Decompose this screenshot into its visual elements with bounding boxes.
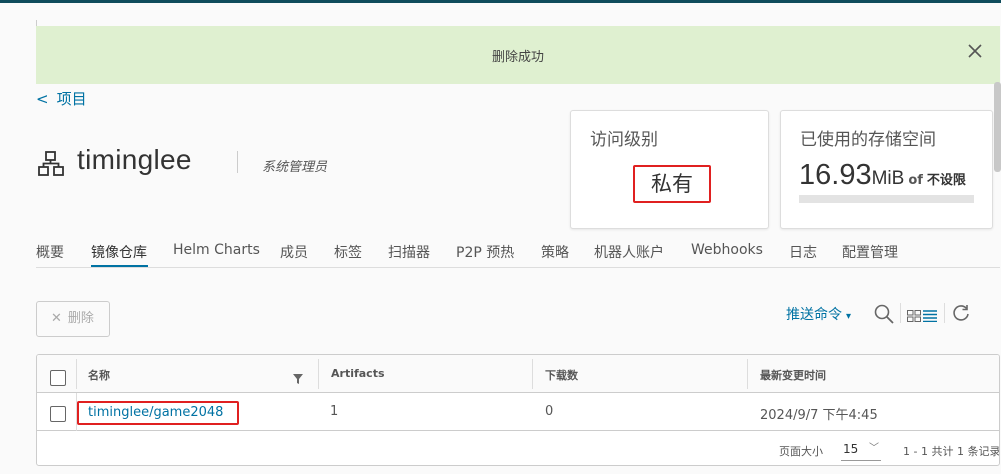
table-header: 名称 Artifacts 下载数 最新变更时间 <box>37 355 999 393</box>
chevron-down-icon: ﹀ <box>869 443 879 454</box>
column-header-last-modified[interactable]: 最新变更时间 <box>760 367 826 383</box>
storage-usage-value: 16.93MiB of 不设限 <box>799 159 966 192</box>
column-separator <box>76 359 77 389</box>
back-to-projects-link[interactable]: < 项目 <box>36 88 87 109</box>
banner-message: 删除成功 <box>491 50 544 65</box>
column-header-artifacts[interactable]: Artifacts <box>331 367 385 380</box>
column-header-name[interactable]: 名称 <box>88 367 110 383</box>
tab-11[interactable]: 配置管理 <box>842 242 898 262</box>
tab-9[interactable]: Webhooks <box>691 242 763 258</box>
storage-used-unit: MiB <box>871 168 905 189</box>
column-separator[interactable] <box>532 359 533 389</box>
storage-of-label: of <box>908 173 923 188</box>
pagination-summary: 1 - 1 共计 1 条记录 <box>903 445 1000 458</box>
card-view-icon[interactable] <box>907 307 921 326</box>
repository-table: 名称 Artifacts 下载数 最新变更时间 timinglee/game20… <box>36 354 1000 466</box>
page-size-value: 15 <box>843 442 859 456</box>
close-icon: ✕ <box>51 311 62 326</box>
tab-1[interactable]: 镜像仓库 <box>91 242 147 262</box>
page-title: timinglee <box>77 144 192 175</box>
access-level-card: 访问级别 私有 <box>570 110 769 229</box>
tabs-baseline <box>36 267 1000 268</box>
select-all-checkbox[interactable] <box>50 370 66 386</box>
tab-7[interactable]: 策略 <box>541 242 569 262</box>
page-size-label: 页面大小 <box>779 445 823 458</box>
row-checkbox[interactable] <box>50 406 66 422</box>
list-view-icon[interactable] <box>923 307 937 326</box>
tab-5[interactable]: 扫描器 <box>388 242 430 262</box>
storage-usage-title: 已使用的存储空间 <box>800 130 936 150</box>
tab-6[interactable]: P2P 预热 <box>456 242 514 262</box>
project-role: 系统管理员 <box>262 160 328 175</box>
tab-2[interactable]: Helm Charts <box>173 242 260 258</box>
access-level-title: 访问级别 <box>590 130 658 150</box>
push-command-label: 推送命令 <box>786 307 842 323</box>
page-size-select[interactable]: 15 ﹀ <box>841 437 881 461</box>
table-footer: 页面大小 15 ﹀ 1 - 1 共计 1 条记录 <box>37 432 1000 465</box>
storage-usage-bar <box>799 195 974 203</box>
table-row: timinglee/game2048 1 0 2024/9/7 下午4:45 <box>37 393 999 431</box>
close-icon[interactable] <box>968 44 982 58</box>
tab-4[interactable]: 标签 <box>334 242 362 262</box>
tab-8[interactable]: 机器人账户 <box>594 242 664 262</box>
column-separator[interactable] <box>747 359 748 389</box>
filter-icon[interactable] <box>293 369 303 388</box>
column-separator[interactable] <box>318 359 319 389</box>
last-modified-time: 2024/9/7 下午4:45 <box>760 408 878 423</box>
search-icon[interactable] <box>874 304 894 328</box>
back-link-label: 项目 <box>56 90 87 108</box>
chevron-left-icon: < <box>36 90 49 108</box>
refresh-icon[interactable] <box>952 304 970 326</box>
pulls-count: 0 <box>545 404 554 419</box>
tab-0[interactable]: 概要 <box>36 242 64 262</box>
toolbar-separator <box>900 303 901 323</box>
delete-button[interactable]: ✕ 删除 <box>36 301 110 337</box>
tab-3[interactable]: 成员 <box>280 242 308 262</box>
chevron-down-icon: ▾ <box>846 311 852 322</box>
push-command-dropdown[interactable]: 推送命令 ▾ <box>786 304 851 324</box>
artifacts-count: 1 <box>330 404 339 419</box>
project-icon <box>38 151 64 177</box>
toolbar-separator <box>944 303 945 323</box>
tab-10[interactable]: 日志 <box>789 242 817 262</box>
top-bar-line <box>0 0 1001 3</box>
page-scrollbar[interactable] <box>994 82 1001 172</box>
storage-used-number: 16.93 <box>799 159 872 191</box>
column-header-pulls[interactable]: 下载数 <box>545 367 578 383</box>
storage-quota: 不设限 <box>926 173 966 188</box>
storage-usage-card: 已使用的存储空间 16.93MiB of 不设限 <box>780 110 993 229</box>
access-level-value: 私有 <box>633 165 711 203</box>
repository-name-link[interactable]: timinglee/game2048 <box>77 401 239 425</box>
delete-button-label: 删除 <box>67 311 94 326</box>
success-banner: 删除成功 <box>36 26 1000 84</box>
title-divider <box>237 151 238 173</box>
